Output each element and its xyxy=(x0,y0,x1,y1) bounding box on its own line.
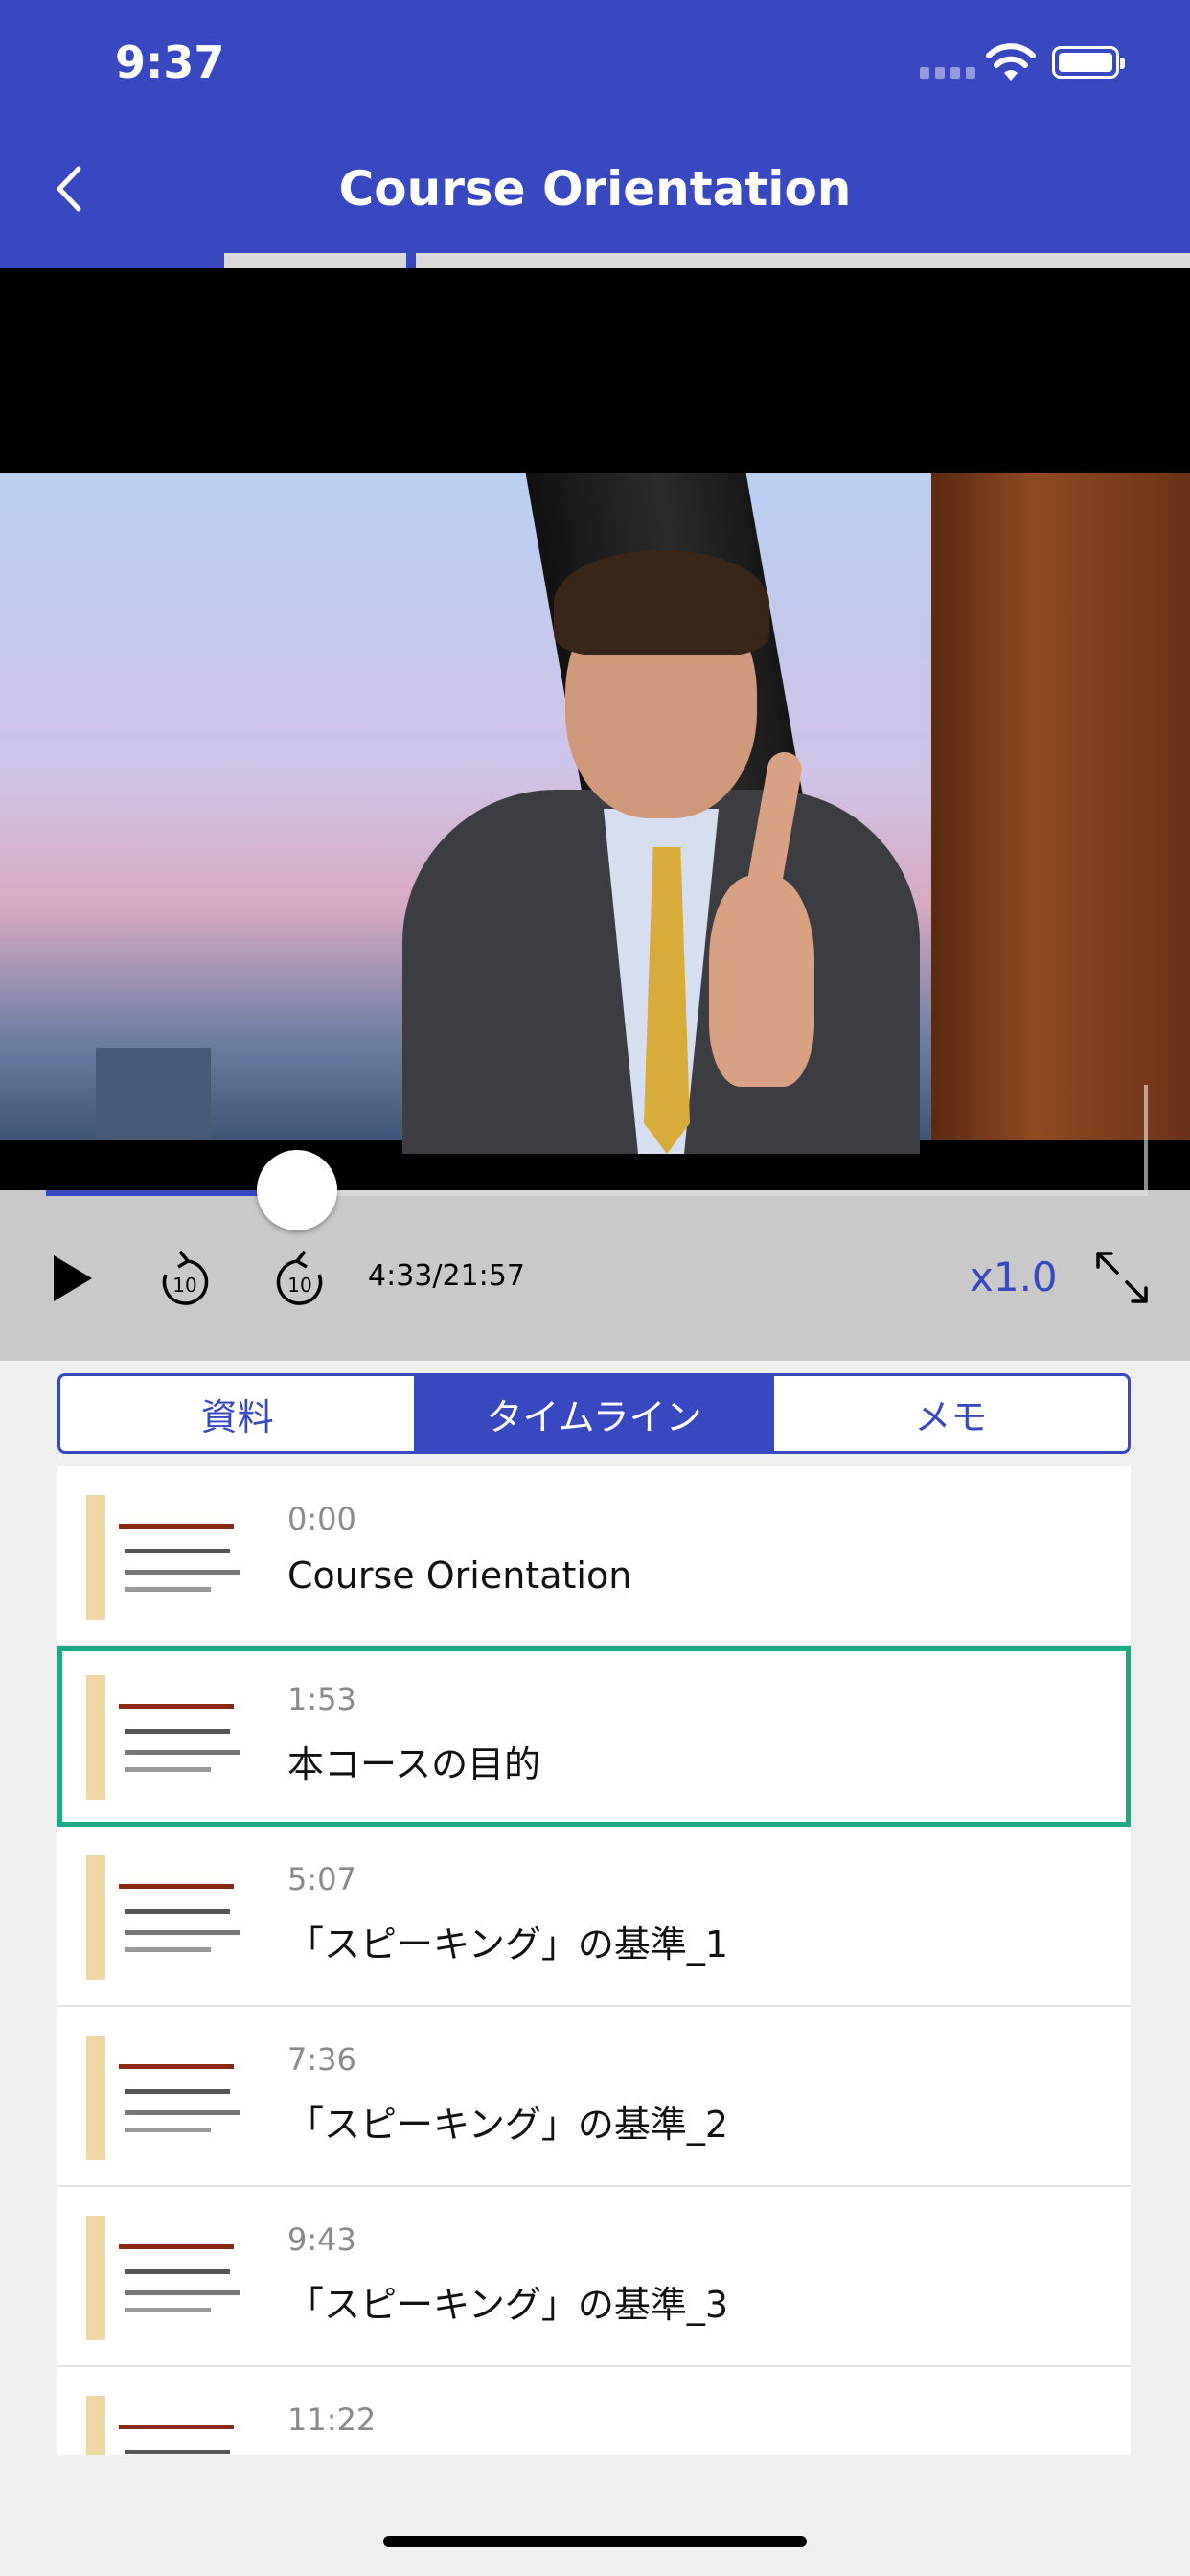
timeline-time: 11:22 xyxy=(287,2402,377,2438)
chapter-progress-bar xyxy=(0,253,1190,268)
timeline-item[interactable]: 5:07 「スピーキング」の基準_1 xyxy=(57,1827,1131,2007)
video-background-panel xyxy=(931,473,1190,1140)
timeline-list[interactable]: 0:00 Course Orientation 1:53 本コースの目的 5:0… xyxy=(57,1466,1131,2455)
volume-track[interactable] xyxy=(1144,1085,1148,1190)
page-title: Course Orientation xyxy=(338,161,852,217)
tab-memo[interactable]: メモ xyxy=(770,1376,1128,1451)
chapter-divider xyxy=(406,253,416,268)
slide-thumbnail xyxy=(86,1675,259,1800)
slide-thumbnail xyxy=(86,2216,259,2340)
status-time: 9:37 xyxy=(115,36,225,88)
chapter-progress-fill xyxy=(0,253,215,268)
slide-thumbnail xyxy=(86,2396,259,2455)
speed-button[interactable]: x1.0 xyxy=(970,1254,1058,1300)
timeline-item[interactable]: 11:22 xyxy=(57,2367,1131,2455)
slide-thumbnail xyxy=(86,1855,259,1980)
forward-10-icon[interactable]: 10 xyxy=(270,1244,330,1313)
timeline-title: 本コースの目的 xyxy=(287,1743,541,1785)
seek-handle[interactable] xyxy=(257,1150,337,1230)
video-frame xyxy=(0,473,1190,1154)
time-readout: 4:33/21:57 xyxy=(368,1259,525,1293)
timeline-time: 9:43 xyxy=(287,2221,356,2258)
player-controls: 10 10 4:33/21:57 x1.0 xyxy=(0,1150,1190,1361)
timeline-title: Course Orientation xyxy=(287,1554,632,1597)
timeline-item[interactable]: 9:43 「スピーキング」の基準_3 xyxy=(57,2187,1131,2367)
presenter-hand xyxy=(709,876,814,1087)
slide-thumbnail xyxy=(86,1495,259,1620)
home-indicator[interactable] xyxy=(383,2536,807,2547)
timeline-time: 1:53 xyxy=(287,1681,356,1717)
forward-label: 10 xyxy=(287,1274,311,1297)
video-background-building xyxy=(96,1048,211,1140)
timeline-time: 0:00 xyxy=(287,1501,356,1537)
timeline-item[interactable]: 7:36 「スピーキング」の基準_2 xyxy=(57,2007,1131,2187)
play-icon[interactable] xyxy=(50,1252,96,1305)
nav-bar: Course Orientation xyxy=(0,125,1190,253)
segmented-tabs: 資料 タイムライン メモ xyxy=(57,1373,1131,1454)
status-bar: 9:37 xyxy=(0,0,1190,125)
cellular-signal-icon xyxy=(920,67,975,79)
tab-materials[interactable]: 資料 xyxy=(60,1376,414,1451)
tab-timeline[interactable]: タイムライン xyxy=(414,1376,771,1451)
chapter-divider xyxy=(215,253,224,268)
timeline-title: 「スピーキング」の基準_3 xyxy=(287,2284,729,2326)
timeline-item-selected[interactable]: 1:53 本コースの目的 xyxy=(57,1646,1131,1827)
wifi-icon xyxy=(986,43,1036,80)
fullscreen-icon[interactable] xyxy=(1092,1248,1152,1307)
timeline-time: 5:07 xyxy=(287,1861,356,1898)
timeline-title: 「スピーキング」の基準_1 xyxy=(287,1923,729,1966)
timeline-item[interactable]: 0:00 Course Orientation xyxy=(57,1466,1131,1646)
presenter-hair xyxy=(554,550,769,656)
rewind-label: 10 xyxy=(172,1274,196,1297)
timeline-time: 7:36 xyxy=(287,2041,356,2078)
video-player[interactable] xyxy=(0,268,1190,1190)
battery-icon xyxy=(1052,46,1125,79)
timeline-title: 「スピーキング」の基準_2 xyxy=(287,2104,729,2146)
slide-thumbnail xyxy=(86,2036,259,2160)
rewind-10-icon[interactable]: 10 xyxy=(155,1244,215,1313)
